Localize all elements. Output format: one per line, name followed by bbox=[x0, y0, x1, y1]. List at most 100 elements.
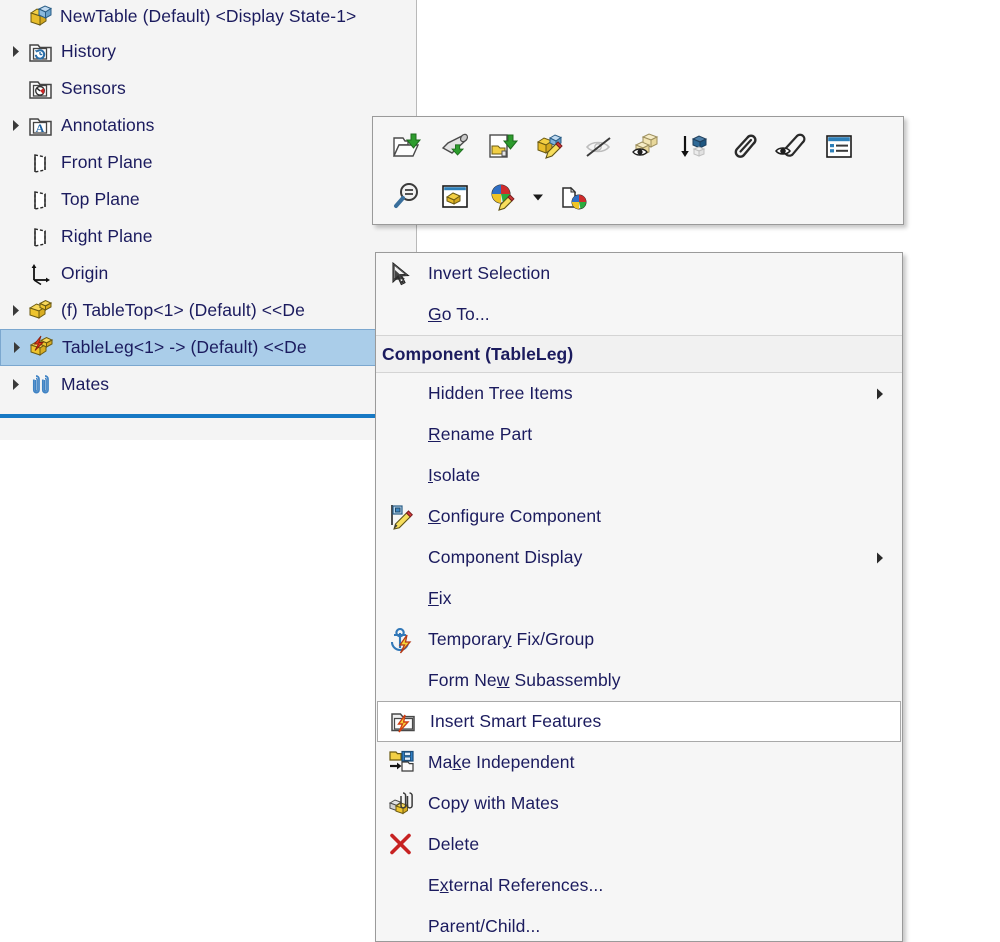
sensors-folder-icon bbox=[26, 76, 56, 102]
menu-item-temporary-fix-group[interactable]: Temporary Fix/Group bbox=[376, 619, 902, 660]
hide-icon[interactable] bbox=[575, 125, 623, 169]
menu-item-label: Insert Smart Features bbox=[430, 711, 602, 731]
tree-item-top-plane[interactable]: Top Plane bbox=[0, 181, 416, 218]
menu-item-label: Copy with Mates bbox=[428, 793, 559, 813]
plane-icon bbox=[26, 187, 56, 213]
tree-item-history[interactable]: History bbox=[0, 33, 416, 70]
menu-item-label: Isolate bbox=[428, 465, 481, 485]
tree-item-label: Annotations bbox=[61, 115, 155, 135]
tree-item-label: Top Plane bbox=[61, 189, 140, 209]
tree-item-label: TableLeg<1> -> (Default) <<De bbox=[62, 337, 307, 357]
temporary-fix-icon bbox=[376, 626, 428, 654]
feature-tree-list: History Sensors A Annotations Front Plane Top… bbox=[0, 33, 416, 403]
delete-x-icon bbox=[376, 831, 428, 859]
menu-item-external-references[interactable]: External References... bbox=[376, 865, 902, 906]
menu-item-fix[interactable]: Fix bbox=[376, 578, 902, 619]
menu-item-label: Go To... bbox=[428, 304, 490, 324]
annotations-folder-icon: A bbox=[26, 113, 56, 139]
tree-item-sensors[interactable]: Sensors bbox=[0, 70, 416, 107]
isolate-down-icon[interactable] bbox=[671, 125, 719, 169]
menu-item-label: Temporary Fix/Group bbox=[428, 629, 595, 649]
part-updated-icon bbox=[27, 335, 57, 361]
tree-item-label: Right Plane bbox=[61, 226, 153, 246]
configure-component-window-icon[interactable] bbox=[431, 175, 479, 219]
menu-item-label: Form New Subassembly bbox=[428, 670, 621, 690]
menu-item-label: Rename Part bbox=[428, 424, 533, 444]
expand-chevron-icon[interactable] bbox=[4, 304, 26, 317]
history-folder-icon bbox=[26, 39, 56, 65]
view-mates-icon[interactable] bbox=[719, 125, 767, 169]
context-toolbar-row-2 bbox=[373, 172, 903, 222]
tree-bottom-separator bbox=[0, 414, 416, 418]
menu-item-form-new-subassembly[interactable]: Form New Subassembly bbox=[376, 660, 902, 701]
configure-component-icon bbox=[376, 503, 428, 531]
expand-chevron-icon[interactable] bbox=[4, 119, 26, 132]
tree-item-annotations[interactable]: A Annotations bbox=[0, 107, 416, 144]
tree-root-item[interactable]: NewTable (Default) <Display State-1> bbox=[0, 0, 416, 33]
tree-item-mates[interactable]: Mates bbox=[0, 366, 416, 403]
menu-item-label: Invert Selection bbox=[428, 263, 551, 283]
submenu-arrow-icon bbox=[875, 387, 884, 400]
menu-item-isolate[interactable]: Isolate bbox=[376, 455, 902, 496]
change-transparency-icon[interactable] bbox=[623, 125, 671, 169]
edit-part-icon[interactable] bbox=[527, 125, 575, 169]
expand-chevron-icon[interactable] bbox=[5, 341, 27, 354]
menu-item-label: Configure Component bbox=[428, 506, 602, 526]
context-menu-list: Invert Selection Go To... Component (Table… bbox=[376, 253, 902, 941]
menu-item-invert-selection[interactable]: Invert Selection bbox=[376, 253, 902, 294]
part-icon bbox=[26, 298, 56, 324]
tree-item-label: Origin bbox=[61, 263, 109, 283]
menu-item-configure-component[interactable]: Configure Component bbox=[376, 496, 902, 537]
view-mates-hidden-icon[interactable] bbox=[767, 125, 815, 169]
menu-item-copy-with-mates[interactable]: Copy with Mates bbox=[376, 783, 902, 824]
menu-item-label: Fix bbox=[428, 588, 452, 608]
rollback-icon[interactable] bbox=[431, 125, 479, 169]
submenu-arrow-icon bbox=[875, 551, 884, 564]
menu-item-component-display[interactable]: Component Display bbox=[376, 537, 902, 578]
tree-item-label: Mates bbox=[61, 374, 110, 394]
copy-with-mates-icon bbox=[376, 790, 428, 818]
plane-icon bbox=[26, 224, 56, 250]
menu-item-label: Make Independent bbox=[428, 752, 575, 772]
menu-item-parent-child[interactable]: Parent/Child... bbox=[376, 906, 902, 941]
tree-item-right-plane[interactable]: Right Plane bbox=[0, 218, 416, 255]
properties-icon[interactable] bbox=[815, 125, 863, 169]
smart-features-icon bbox=[378, 708, 430, 736]
menu-item-label: Component (TableLeg) bbox=[382, 343, 574, 364]
menu-item-label: Delete bbox=[428, 834, 480, 854]
copy-appearance-icon[interactable] bbox=[549, 175, 597, 219]
cursor-arrow-icon bbox=[376, 260, 428, 288]
context-toolbar-row-1 bbox=[373, 117, 903, 172]
expand-chevron-icon[interactable] bbox=[4, 378, 26, 391]
svg-text:A: A bbox=[36, 121, 45, 135]
menu-item-component-tableleg: Component (TableLeg) bbox=[376, 335, 902, 373]
tree-item-label: Front Plane bbox=[61, 152, 153, 172]
menu-item-go-to[interactable]: Go To... bbox=[376, 294, 902, 335]
context-toolbar[interactable] bbox=[372, 116, 904, 225]
component-context-menu[interactable]: Invert Selection Go To... Component (Table… bbox=[375, 252, 903, 942]
tree-item-f-tabletop-1-default-de[interactable]: (f) TableTop<1> (Default) <<De bbox=[0, 292, 416, 329]
menu-item-rename-part[interactable]: Rename Part bbox=[376, 414, 902, 455]
mates-icon bbox=[26, 372, 56, 398]
tree-root-label: NewTable (Default) <Display State-1> bbox=[60, 6, 357, 26]
menu-item-label: Parent/Child... bbox=[428, 916, 541, 936]
menu-item-make-independent[interactable]: Make Independent bbox=[376, 742, 902, 783]
menu-item-insert-smart-features[interactable]: Insert Smart Features bbox=[377, 701, 901, 742]
menu-item-label: Component Display bbox=[428, 547, 583, 567]
tree-item-label: Sensors bbox=[61, 78, 126, 98]
origin-icon bbox=[26, 261, 56, 287]
zoom-to-selection-icon[interactable] bbox=[383, 175, 431, 219]
open-drawing-icon[interactable] bbox=[479, 125, 527, 169]
tree-item-label: History bbox=[61, 41, 117, 61]
feature-tree-panel[interactable]: NewTable (Default) <Display State-1> His… bbox=[0, 0, 417, 440]
menu-item-label: External References... bbox=[428, 875, 604, 895]
dropdown-caret-icon[interactable] bbox=[527, 175, 549, 219]
menu-item-hidden-tree-items[interactable]: Hidden Tree Items bbox=[376, 373, 902, 414]
appearance-icon[interactable] bbox=[479, 175, 527, 219]
expand-chevron-icon[interactable] bbox=[4, 45, 26, 58]
tree-item-front-plane[interactable]: Front Plane bbox=[0, 144, 416, 181]
tree-item-tableleg-1-default-de[interactable]: TableLeg<1> -> (Default) <<De bbox=[0, 329, 416, 366]
open-part-icon[interactable] bbox=[383, 125, 431, 169]
tree-item-origin[interactable]: Origin bbox=[0, 255, 416, 292]
menu-item-delete[interactable]: Delete bbox=[376, 824, 902, 865]
